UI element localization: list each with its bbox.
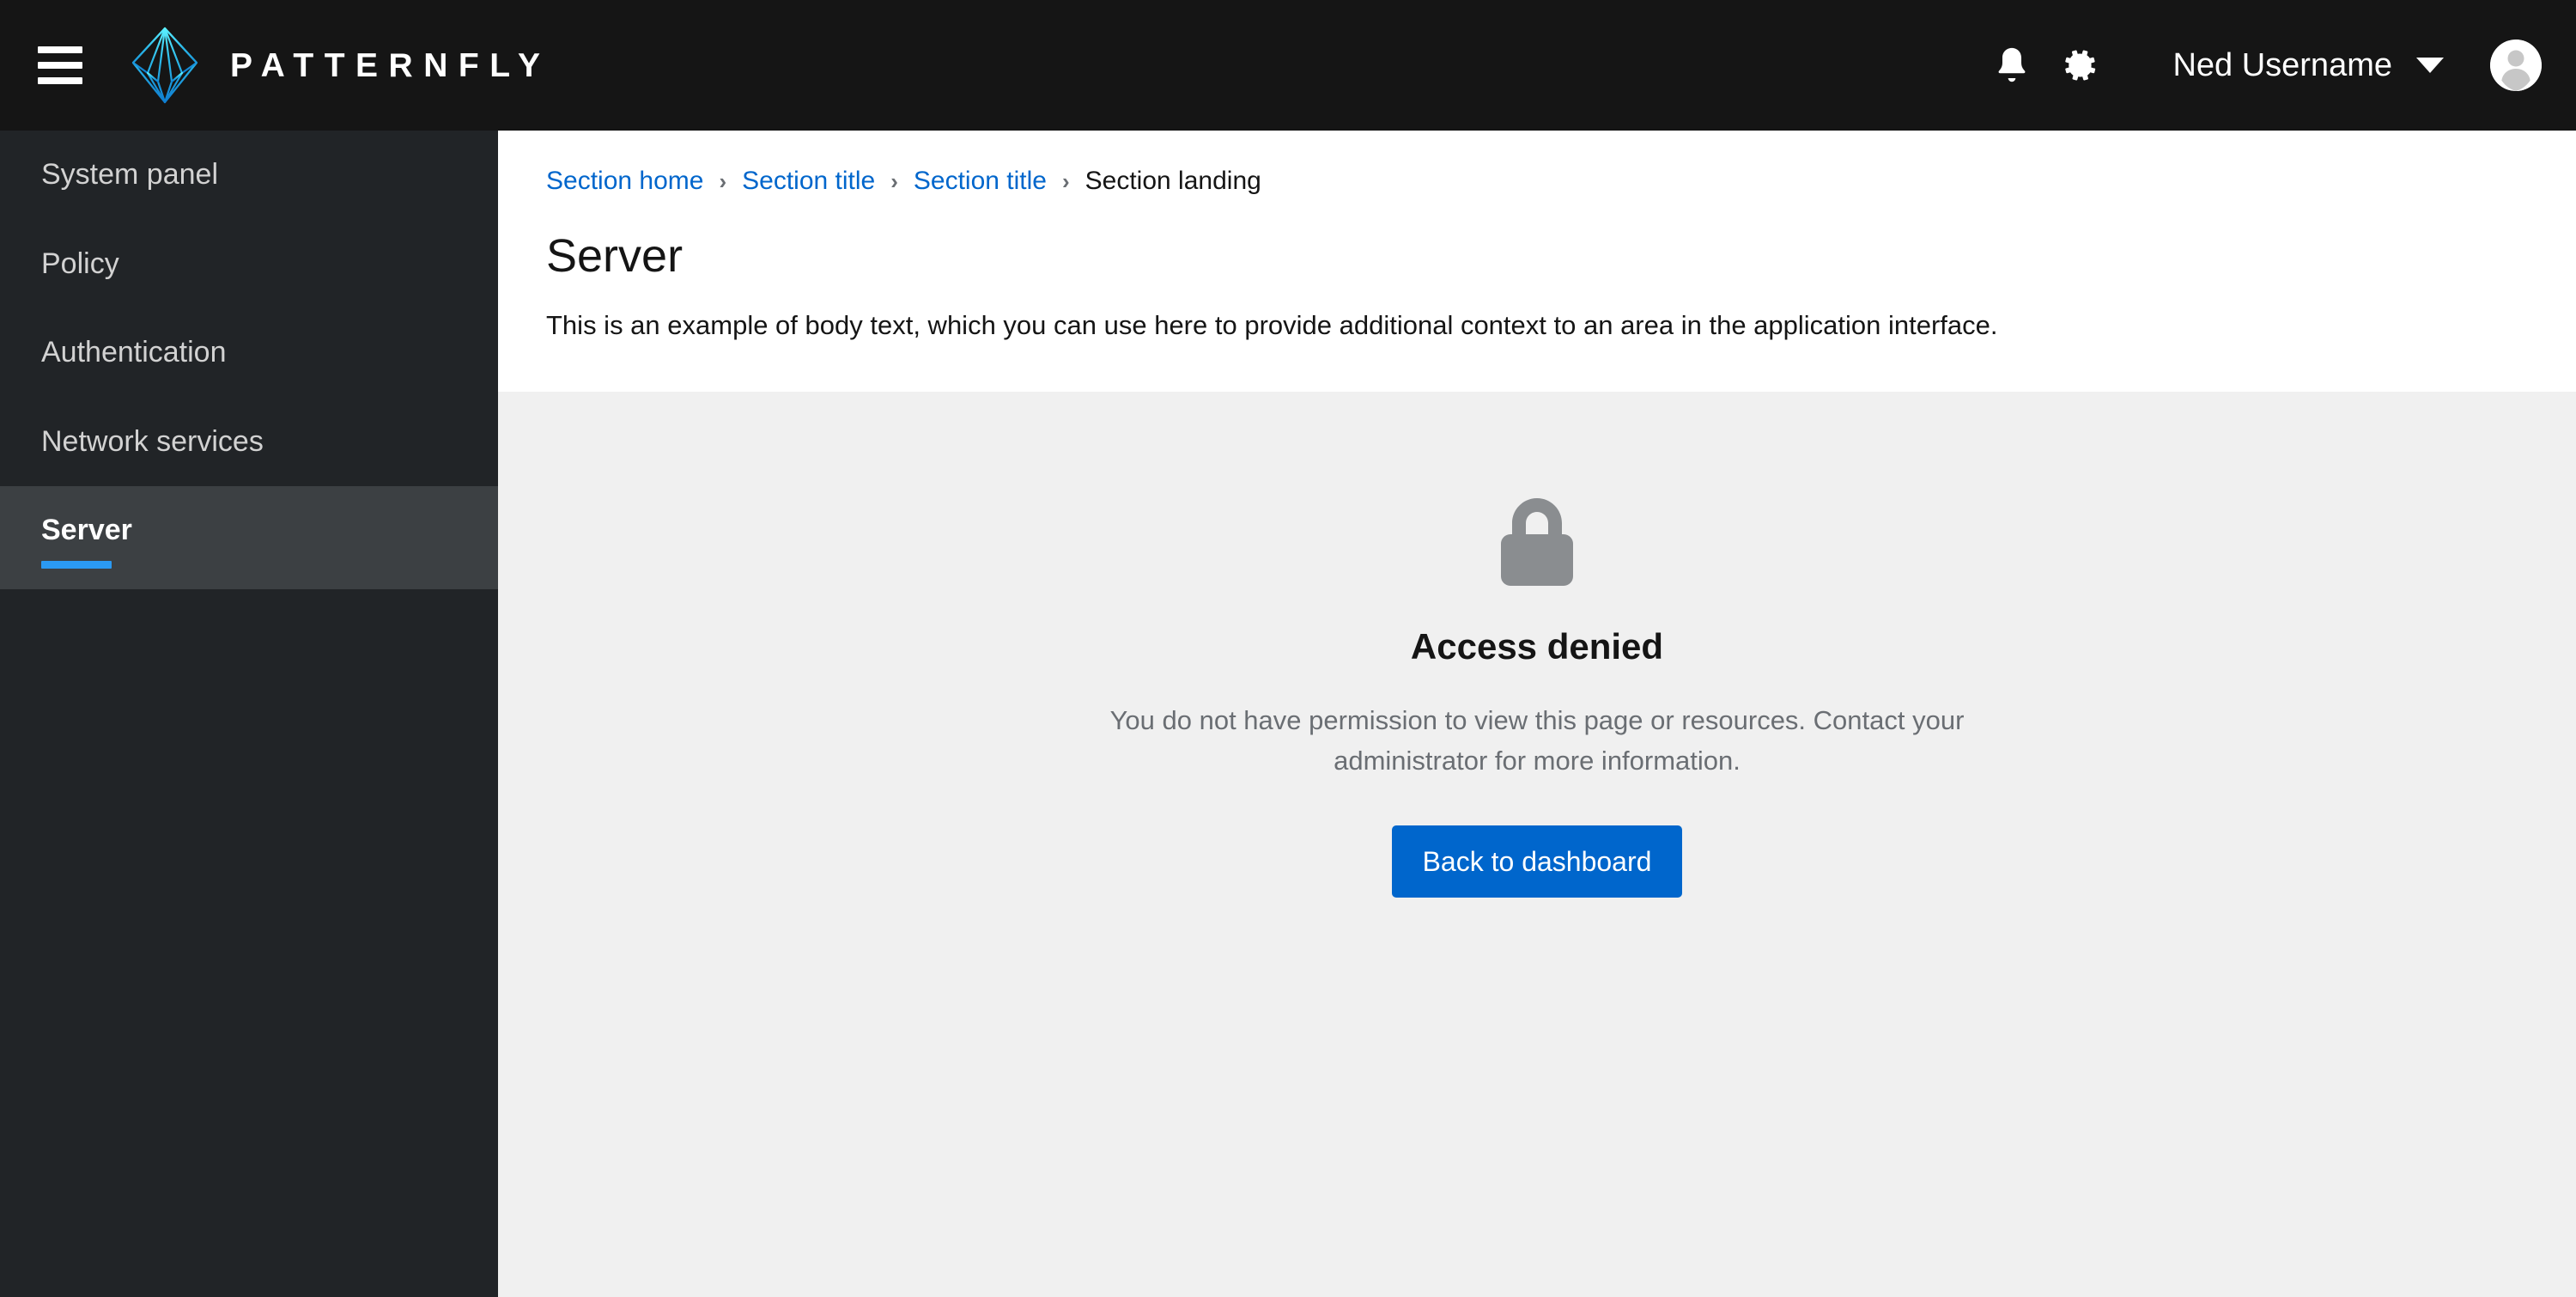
sidebar-item-server[interactable]: Server: [0, 486, 498, 589]
main-content: Section home › Section title › Section t…: [498, 131, 2576, 1297]
breadcrumb-item-section-title-2[interactable]: Section title: [914, 168, 1047, 194]
page-subtitle: This is an example of body text, which y…: [546, 309, 1998, 340]
bell-icon: [1999, 47, 2026, 82]
breadcrumb-separator-icon: ›: [1061, 168, 1070, 194]
hamburger-bar: [38, 77, 82, 84]
page-body: System panel Policy Authentication Netwo…: [0, 131, 2576, 1297]
empty-state-title: Access denied: [1410, 625, 1664, 667]
breadcrumb-item-current: Section landing: [1084, 167, 1261, 195]
sidebar-nav-list: System panel Policy Authentication Netwo…: [0, 131, 498, 589]
hamburger-bar: [38, 62, 82, 69]
sidebar-list-item: Network services: [0, 398, 498, 487]
masthead-toolbar: Ned Username: [1978, 32, 2542, 99]
notifications-bell-icon[interactable]: [1978, 32, 2045, 99]
empty-state-body: You do not have permission to view this …: [1109, 705, 1965, 776]
user-name-label: Ned Username: [2172, 47, 2392, 83]
breadcrumb: Section home › Section title › Section t…: [546, 168, 2528, 194]
breadcrumb-separator-icon: ›: [719, 168, 727, 194]
sidebar-item-network-services[interactable]: Network services: [0, 398, 498, 487]
brand-name: PATTERNFLY: [230, 46, 551, 84]
masthead: PATTERNFLY Ned Username: [0, 0, 2576, 131]
back-to-dashboard-button[interactable]: Back to dashboard: [1391, 825, 1683, 898]
sidebar-item-authentication[interactable]: Authentication: [0, 308, 498, 398]
breadcrumb-item-section-title-1[interactable]: Section title: [742, 168, 875, 194]
sidebar-item-system-panel[interactable]: System panel: [0, 131, 498, 220]
lock-icon: [1501, 497, 1573, 586]
brand-logo-link[interactable]: PATTERNFLY: [129, 25, 550, 106]
empty-state-access-denied: Access denied You do not have permission…: [1048, 496, 2026, 1297]
application-window: PATTERNFLY Ned Username System panel Pol…: [0, 0, 2576, 1297]
hamburger-bar: [38, 46, 82, 53]
hamburger-menu-icon[interactable]: [38, 42, 84, 88]
breadcrumb-item-section-home[interactable]: Section home: [546, 168, 703, 194]
avatar[interactable]: [2490, 40, 2542, 91]
user-menu-toggle[interactable]: Ned Username: [2172, 49, 2444, 82]
sidebar-navigation: System panel Policy Authentication Netwo…: [0, 131, 498, 1297]
sidebar-list-item: Server: [0, 486, 498, 589]
sidebar-list-item: System panel: [0, 131, 498, 220]
settings-gear-icon[interactable]: [2045, 32, 2112, 99]
sidebar-list-item: Authentication: [0, 308, 498, 398]
page-header-section: Section home › Section title › Section t…: [498, 131, 2576, 392]
content-area: Access denied You do not have permission…: [498, 391, 2576, 1297]
chevron-down-icon: [2416, 58, 2444, 73]
page-title: Server: [546, 230, 683, 282]
breadcrumb-separator-icon: ›: [890, 168, 898, 194]
patternfly-logo-icon: [131, 27, 198, 104]
gear-icon: [2065, 50, 2096, 81]
sidebar-item-policy[interactable]: Policy: [0, 220, 498, 309]
sidebar-list-item: Policy: [0, 220, 498, 309]
